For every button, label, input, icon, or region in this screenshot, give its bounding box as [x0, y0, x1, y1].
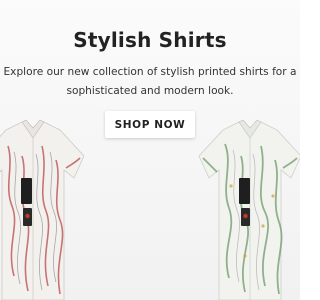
hero-section: Stylish Shirts Explore our new collectio…	[0, 0, 300, 300]
page-title: Stylish Shirts	[73, 28, 227, 52]
shirt-image-left[interactable]	[0, 116, 88, 300]
shop-now-button[interactable]: SHOP NOW	[105, 111, 195, 138]
shirt-illustration-right	[198, 119, 300, 300]
shirt-illustration-left	[0, 119, 85, 300]
price-tag	[21, 178, 32, 204]
hero-description-line-2: sophisticated and modern look.	[66, 85, 234, 97]
hero-description-line-1: Explore our new collection of stylish pr…	[3, 66, 297, 78]
price-tag	[239, 178, 250, 204]
shirt-image-right[interactable]	[195, 116, 300, 300]
hero-description: Explore our new collection of stylish pr…	[0, 63, 300, 101]
